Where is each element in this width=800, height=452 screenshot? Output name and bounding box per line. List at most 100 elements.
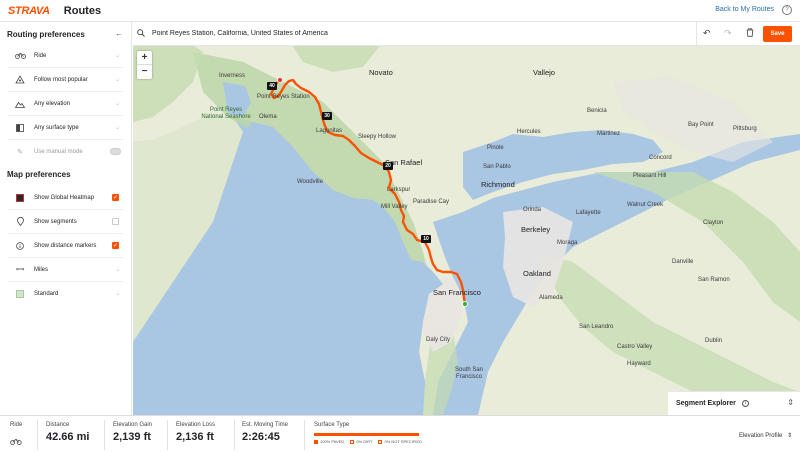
map-preferences-title: Map preferences [7, 170, 71, 179]
info-icon[interactable]: i [741, 400, 749, 407]
map-item-style[interactable]: Standard ⌄ [8, 282, 123, 306]
map-item-label: Miles [34, 266, 49, 273]
segment-pin-icon [14, 217, 26, 227]
pencil-icon: ✎ [17, 149, 23, 156]
divider [37, 420, 38, 450]
place-label: Woodville [297, 179, 323, 185]
chevron-down-icon: ⌄ [114, 77, 120, 83]
top-bar: STRAVA Routes Back to My Routes ? [0, 0, 800, 22]
place-label: Sleepy Hollow [358, 134, 397, 140]
chevron-down-icon: ⌄ [114, 291, 120, 297]
zoom-in-button[interactable]: + [137, 51, 152, 65]
place-label: Paradise Cay [413, 199, 450, 205]
elevation-gain-label: Elevation Gain [113, 422, 153, 428]
map-item-label: Standard [34, 291, 59, 297]
location-search-bar [133, 22, 696, 46]
expand-icon: ⇕ [786, 433, 792, 439]
place-label: Richmond [481, 180, 515, 189]
surface-type-bar [314, 433, 419, 436]
legend-paved: 100% PAVED [320, 439, 345, 444]
place-label: Daly City [426, 337, 451, 343]
map-item-label: Show Global Heatmap [34, 194, 95, 201]
place-label: Danville [672, 259, 694, 265]
place-label: Pittsburg [733, 126, 757, 132]
place-label: South San Francisco [454, 367, 484, 380]
collapse-sidebar-icon[interactable]: ← [115, 29, 123, 38]
place-label: Point Reyes National Seashore [201, 107, 251, 120]
segments-checkbox[interactable] [112, 218, 119, 225]
route-stats-footer: Ride Distance 42.66 mi Elevation Gain 2,… [0, 415, 800, 452]
elevation-profile-toggle[interactable]: Elevation Profile ⇕ [739, 432, 792, 439]
routing-item-label: Any elevation [34, 100, 71, 107]
route-map[interactable]: Novato Vallejo Inverness Point Reyes Sta… [133, 22, 800, 415]
chevron-down-icon: ⌄ [114, 53, 120, 59]
place-label: Orinda [523, 207, 542, 213]
legend-unknown: 0% NOT SPECIFIED [384, 439, 422, 444]
place-label: Bay Point [688, 122, 714, 128]
strava-logo[interactable]: STRAVA [8, 5, 50, 17]
routing-item-elevation[interactable]: Any elevation ⌄ [8, 92, 123, 116]
back-to-my-routes-link[interactable]: Back to My Routes [715, 6, 774, 13]
place-label: Vallejo [533, 68, 555, 77]
routing-item-surface[interactable]: Any surface type ⌄ [8, 116, 123, 140]
trash-icon[interactable] [746, 28, 754, 39]
route-toolbar: ↶ ↷ Save [696, 22, 800, 46]
manual-mode-row: ✎ Use manual mode [8, 140, 123, 164]
moving-time-value: 2:26:45 [242, 431, 280, 443]
distance-marker: 20 [383, 162, 393, 170]
distance-marker: 10 [421, 235, 431, 243]
expand-icon[interactable]: ⇕ [787, 398, 794, 407]
place-label: Mill Valley [381, 204, 408, 210]
elevation-loss-value: 2,136 ft [176, 431, 214, 443]
ruler-icon: ⟺ [15, 267, 25, 273]
map-item-heatmap[interactable]: Show Global Heatmap ✓ [8, 186, 123, 210]
map-item-distance-markers[interactable]: Show distance markers ✓ [8, 234, 123, 258]
manual-mode-toggle[interactable] [110, 148, 121, 155]
routing-item-popularity[interactable]: Follow most popular ⌄ [8, 68, 123, 92]
map-preferences-heading: Map preferences [0, 164, 131, 186]
elevation-loss-stat: Elevation Loss 2,136 ft [176, 422, 215, 450]
divider [234, 420, 235, 450]
place-label: Clayton [703, 220, 724, 226]
heatmap-checkbox[interactable]: ✓ [112, 194, 119, 201]
surface-type-label: Surface Type [314, 422, 350, 428]
place-label: Point Reyes Station [257, 94, 310, 100]
undo-icon[interactable]: ↶ [703, 28, 711, 39]
chevron-down-icon: ⌄ [114, 267, 120, 273]
map-canvas [133, 22, 800, 415]
page-title: Routes [63, 4, 102, 17]
divider [304, 420, 305, 450]
elevation-gain-stat: Elevation Gain 2,139 ft [113, 422, 152, 450]
place-label: Inverness [219, 73, 246, 79]
activity-type-stat: Ride [10, 422, 22, 450]
map-item-label: Show segments [34, 218, 77, 225]
map-item-units[interactable]: ⟺ Miles ⌄ [8, 258, 123, 282]
search-icon [137, 28, 147, 39]
segment-explorer-panel[interactable]: Segment Explorer i ⇕ [668, 391, 800, 415]
place-label: Alameda [539, 295, 563, 301]
place-label: Benicia [587, 108, 607, 114]
routing-item-label: Ride [34, 52, 47, 59]
place-label: Berkeley [521, 225, 551, 234]
bike-icon [14, 51, 26, 61]
map-item-segments[interactable]: Show segments [8, 210, 123, 234]
distance-marker: 40 [267, 82, 277, 90]
redo-icon[interactable]: ↷ [724, 28, 732, 39]
place-label: Concord [649, 155, 672, 161]
help-icon[interactable]: ? [782, 5, 792, 15]
distance-markers-checkbox[interactable]: ✓ [112, 242, 119, 249]
routing-item-ride[interactable]: Ride ⌄ [8, 44, 123, 68]
chevron-down-icon: ⌄ [114, 125, 120, 131]
elevation-icon [14, 99, 26, 109]
place-label: Lafayette [576, 210, 601, 216]
distance-label: Distance [46, 422, 70, 428]
bike-icon [10, 432, 22, 450]
routing-preferences-heading: Routing preferences ← [0, 22, 131, 44]
zoom-out-button[interactable]: − [137, 65, 152, 79]
place-label: Lagunitas [316, 128, 343, 134]
location-search-input[interactable] [152, 30, 672, 37]
place-label: Hercules [517, 129, 541, 135]
elevation-gain-value: 2,139 ft [113, 431, 151, 443]
routing-preferences-title: Routing preferences [7, 30, 85, 39]
save-button[interactable]: Save [763, 26, 792, 42]
